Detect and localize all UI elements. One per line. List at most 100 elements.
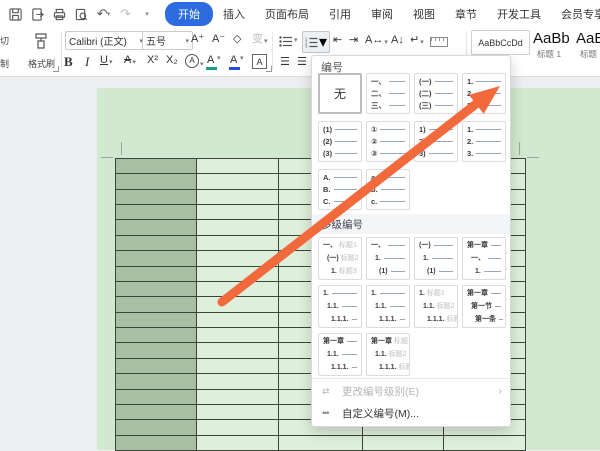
tab-插入[interactable]: 插入: [213, 3, 255, 25]
change-numbering-level-item[interactable]: ⇄ 更改编号级别(E) ›: [312, 381, 510, 401]
table-cell[interactable]: [116, 267, 197, 282]
increase-indent-icon[interactable]: ⇥: [349, 35, 358, 46]
table-cell[interactable]: [116, 420, 197, 435]
numbering-option-4[interactable]: (1)(2)(3): [318, 121, 362, 162]
subscript-button[interactable]: X₂: [166, 55, 178, 66]
pinyin-guide-icon[interactable]: 变▾: [252, 34, 268, 45]
table-cell[interactable]: [116, 205, 197, 220]
table-cell[interactable]: [116, 220, 197, 235]
numbering-option-2[interactable]: (一)(二)(三): [414, 73, 458, 114]
numbering-option-5[interactable]: ①②③: [366, 121, 410, 162]
table-cell[interactable]: [197, 343, 279, 358]
table-cell[interactable]: [116, 313, 197, 328]
table-cell[interactable]: [116, 390, 197, 405]
table-cell[interactable]: [197, 359, 279, 374]
numbering-button[interactable]: 123 ▾: [302, 31, 330, 53]
table-cell[interactable]: [197, 420, 279, 435]
shrink-font-button[interactable]: A⁻: [212, 34, 225, 45]
table-cell[interactable]: [197, 190, 279, 205]
multilevel-option-9[interactable]: 第一章1.1.1.1.1.: [318, 333, 362, 376]
cut-button[interactable]: 剪切: [0, 34, 9, 47]
table-cell[interactable]: [116, 236, 197, 251]
print-preview-icon[interactable]: [72, 5, 91, 24]
table-cell[interactable]: [116, 405, 197, 420]
highlight-caret-icon[interactable]: ▾: [216, 55, 221, 62]
table-cell[interactable]: [197, 174, 279, 189]
text-direction-icon[interactable]: A↔▾: [365, 35, 388, 46]
customize-quick-access-icon[interactable]: ▾: [138, 5, 157, 24]
format-painter-label[interactable]: 格式刷: [28, 57, 55, 70]
decrease-indent-icon[interactable]: ⇤: [333, 35, 342, 46]
numbering-option-6[interactable]: 1)2)3): [414, 121, 458, 162]
customize-numbering-item[interactable]: ••• 自定义编号(M)...: [312, 403, 510, 423]
table-cell[interactable]: [116, 328, 197, 343]
tab-开始[interactable]: 开始: [165, 2, 213, 26]
table-cell[interactable]: [116, 297, 197, 312]
style-body-text[interactable]: AaBbCcDd: [471, 30, 530, 55]
table-cell[interactable]: [116, 190, 197, 205]
table-cell[interactable]: [279, 436, 363, 451]
numbering-option-9[interactable]: a.b.c.: [366, 169, 410, 210]
tab-会员专享[interactable]: 会员专享: [551, 3, 600, 25]
multilevel-option-4[interactable]: 第一章一、1.: [462, 237, 506, 280]
redo-icon[interactable]: ↷: [116, 5, 135, 24]
show-marks-icon[interactable]: ↵▾: [410, 35, 424, 46]
table-cell[interactable]: [197, 205, 279, 220]
tab-引用[interactable]: 引用: [319, 3, 361, 25]
numbering-option-3[interactable]: 1.2.3.: [462, 73, 506, 114]
table-cell[interactable]: [197, 374, 279, 389]
ruler-icon[interactable]: [430, 37, 448, 47]
tab-审阅[interactable]: 审阅: [361, 3, 403, 25]
table-cell[interactable]: [197, 159, 279, 174]
tab-视图[interactable]: 视图: [403, 3, 445, 25]
table-cell[interactable]: [116, 343, 197, 358]
table-cell[interactable]: [197, 328, 279, 343]
table-cell[interactable]: [197, 267, 279, 282]
grow-font-button[interactable]: A⁺: [191, 34, 204, 45]
numbering-option-8[interactable]: A.B.C.: [318, 169, 362, 210]
font-name-combo[interactable]: Calibri (正文)▾: [65, 31, 147, 50]
italic-button[interactable]: I: [85, 55, 89, 68]
sort-icon[interactable]: A↓: [391, 35, 404, 46]
font-size-combo[interactable]: 五号▾: [142, 31, 193, 50]
align-left-icon[interactable]: ☰: [280, 57, 290, 68]
table-cell[interactable]: [197, 220, 279, 235]
table-cell[interactable]: [363, 436, 444, 451]
character-border-icon[interactable]: A: [252, 54, 267, 69]
table-cell[interactable]: [197, 236, 279, 251]
export-icon[interactable]: [28, 5, 47, 24]
multilevel-option-8[interactable]: 第一章第一节第一条: [462, 285, 506, 328]
superscript-button[interactable]: X²: [147, 55, 158, 66]
numbering-option-7[interactable]: 1.2.3.: [462, 121, 506, 162]
undo-icon[interactable]: ↶▾: [94, 5, 113, 24]
table-cell[interactable]: [116, 374, 197, 389]
table-cell[interactable]: [116, 251, 197, 266]
tab-开发工具[interactable]: 开发工具: [487, 3, 551, 25]
table-cell[interactable]: [116, 174, 197, 189]
clear-format-icon[interactable]: ◇: [233, 34, 241, 45]
multilevel-option-1[interactable]: 一、标题1(一)标题21.标题3: [318, 237, 362, 280]
table-cell[interactable]: [197, 251, 279, 266]
underline-button[interactable]: U▾: [100, 55, 112, 66]
copy-button[interactable]: 复制: [0, 57, 9, 70]
table-cell[interactable]: [197, 390, 279, 405]
table-cell[interactable]: [116, 436, 197, 451]
table-cell[interactable]: [197, 282, 279, 297]
table-cell[interactable]: [444, 436, 526, 451]
font-color-button[interactable]: A: [230, 55, 237, 66]
multilevel-option-6[interactable]: 1.1.1.1.1.1.: [366, 285, 410, 328]
clipboard-dialog-launcher[interactable]: [53, 66, 59, 72]
enclose-character-icon[interactable]: A▾: [185, 54, 204, 68]
tab-页面布局[interactable]: 页面布局: [255, 3, 319, 25]
tab-章节[interactable]: 章节: [445, 3, 487, 25]
table-cell[interactable]: [197, 313, 279, 328]
align-center-icon[interactable]: ☰: [297, 57, 307, 68]
bullets-caret-icon[interactable]: ▾: [293, 37, 298, 44]
multilevel-option-7[interactable]: 1.标题11.1.标题21.1.1.标题3: [414, 285, 458, 328]
numbering-option-1[interactable]: 一、二、三、: [366, 73, 410, 114]
table-cell[interactable]: [197, 297, 279, 312]
format-painter-icon[interactable]: [33, 32, 49, 55]
style-heading2-preview[interactable]: AaBb: [576, 30, 600, 47]
highlight-color-button[interactable]: A: [207, 55, 214, 66]
table-cell[interactable]: [116, 282, 197, 297]
